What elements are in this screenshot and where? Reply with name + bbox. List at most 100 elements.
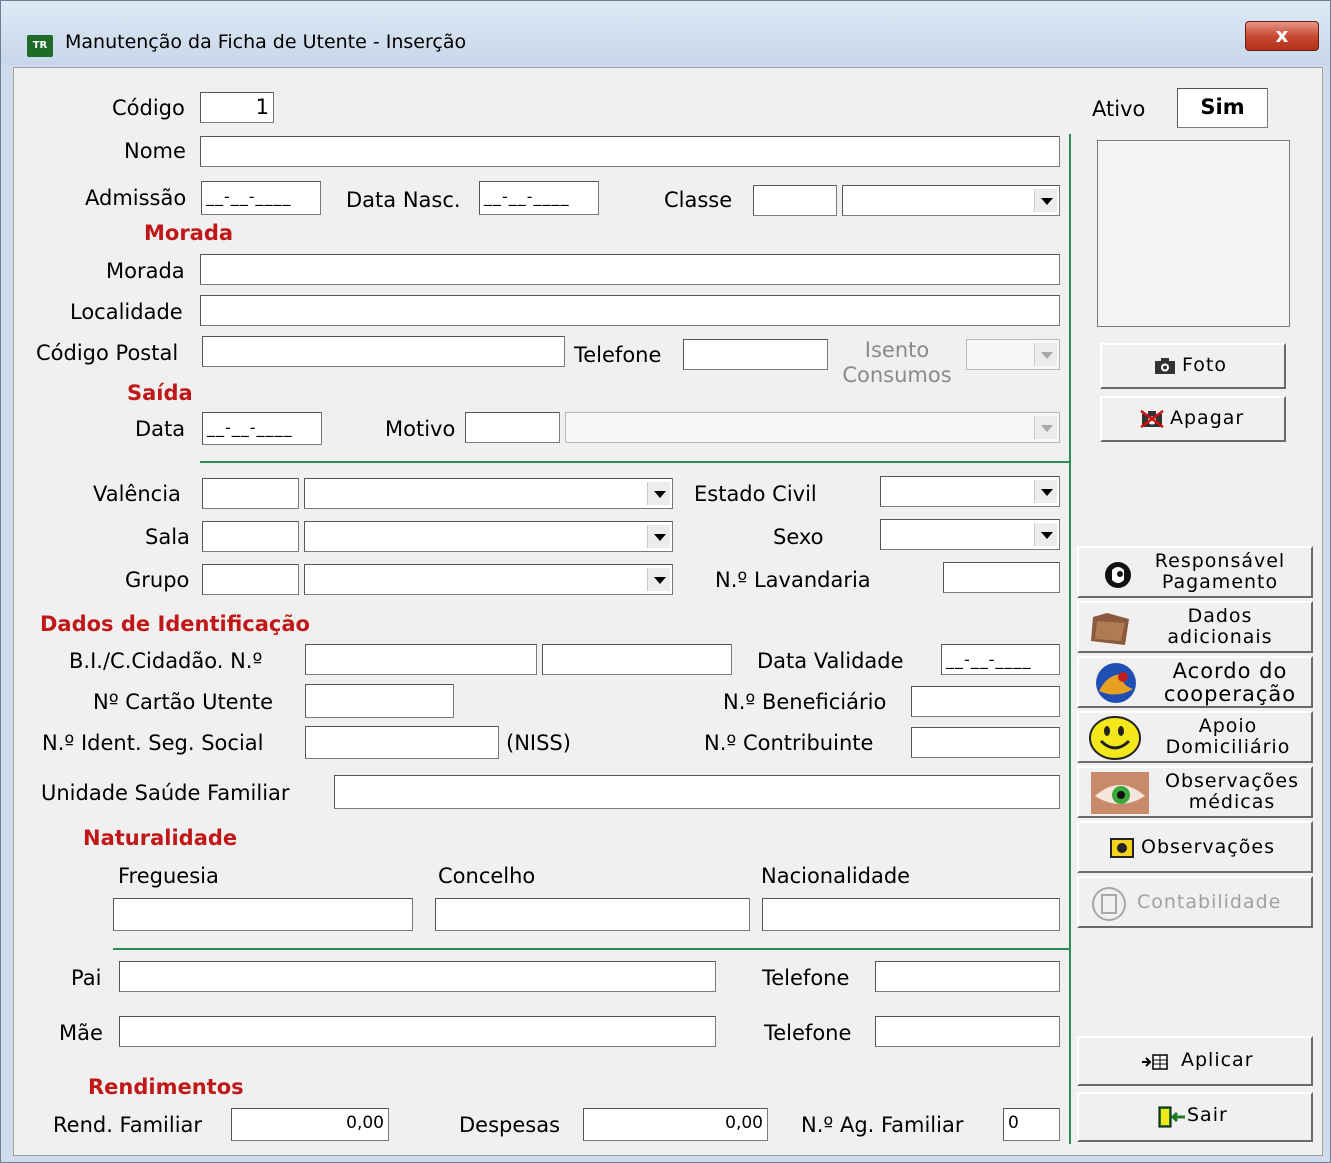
chevron-down-icon[interactable] [1034,480,1057,503]
morada-label: Morada [106,259,185,283]
apagar-button-label: Apagar [1170,407,1245,429]
data-validade-input[interactable]: __-__-____ [941,644,1060,675]
aplicar-button[interactable]: Aplicar [1077,1036,1313,1086]
sala-code-input[interactable] [202,521,299,552]
observacoes-button[interactable]: Observações [1077,821,1313,873]
nacionalidade-input[interactable] [762,898,1060,931]
beneficiario-label: N.º Beneficiário [723,690,887,714]
handshake-globe-icon [1096,663,1136,703]
sexo-select[interactable] [880,519,1060,550]
concelho-label: Concelho [438,864,536,888]
admissao-input[interactable]: __-__-____ [201,181,321,215]
seg-social-input[interactable] [305,726,499,759]
rend-familiar-input[interactable]: 0,00 [231,1108,389,1141]
delete-camera-icon [1140,410,1164,428]
codigo-postal-input[interactable] [202,336,565,367]
acordo-cooperacao-button[interactable]: Acordo do cooperação [1077,656,1313,708]
foto-button[interactable]: Foto [1100,343,1286,389]
close-button[interactable]: x [1245,21,1319,51]
telefone-mae-input[interactable] [875,1016,1060,1047]
title-bar[interactable]: TR Manutenção da Ficha de Utente - Inser… [1,1,1330,65]
chevron-down-icon [1034,416,1057,439]
ag-familiar-input[interactable]: 0 [1003,1108,1060,1141]
divider-vertical-top [1069,134,1071,461]
classe-label: Classe [664,188,733,212]
nacionalidade-label: Nacionalidade [761,864,911,888]
usf-input[interactable] [334,775,1060,809]
saida-data-input[interactable]: __-__-____ [202,412,322,445]
motivo-code-input[interactable] [465,412,560,443]
pai-input[interactable] [119,961,716,992]
contribuinte-label: N.º Contribuinte [704,731,874,755]
valencia-label: Valência [93,482,181,506]
isento-label-line1: Isento [864,338,930,362]
lavandaria-input[interactable] [943,562,1060,593]
dados-adicionais-button[interactable]: Dados adicionais [1077,601,1313,653]
dados-label-1: Dados [1187,605,1253,627]
apoio-label-2: Domiciliário [1165,736,1291,758]
concelho-input[interactable] [435,898,750,931]
classe-code-input[interactable] [753,185,837,216]
rend-familiar-label: Rend. Familiar [53,1113,203,1137]
photo-frame [1097,140,1290,327]
data-nasc-input[interactable]: __-__-____ [479,181,599,215]
sala-select[interactable] [304,521,673,552]
aplicar-button-label: Aplicar [1181,1049,1254,1071]
morada-input[interactable] [200,254,1060,285]
contribuinte-input[interactable] [911,727,1060,758]
codigo-postal-label: Código Postal [36,341,179,365]
grupo-code-input[interactable] [202,564,299,595]
bi-extra-input[interactable] [542,644,732,675]
chevron-down-icon [1034,343,1057,366]
chevron-down-icon[interactable] [1034,189,1057,212]
bi-number-input[interactable] [305,644,537,675]
sair-button[interactable]: Sair [1077,1092,1313,1142]
person-head-icon [1105,562,1131,588]
telefone-pai-input[interactable] [875,961,1060,992]
observacoes-medicas-button[interactable]: Observações médicas [1077,766,1313,818]
chevron-down-icon[interactable] [647,482,670,505]
apagar-button[interactable]: Apagar [1100,396,1286,442]
divider-naturalidade [113,948,1071,950]
telefone-input[interactable] [683,339,828,370]
cartao-utente-input[interactable] [305,684,454,718]
despesas-input[interactable]: 0,00 [583,1108,768,1141]
motivo-label: Motivo [385,417,456,441]
usf-label: Unidade Saúde Familiar [41,781,290,805]
chevron-down-icon[interactable] [647,568,670,591]
notes-icon [1110,838,1134,858]
chevron-down-icon[interactable] [1034,523,1057,546]
localidade-input[interactable] [200,295,1060,326]
foto-button-label: Foto [1182,354,1227,376]
grupo-select[interactable] [304,564,673,595]
main-window: TR Manutenção da Ficha de Utente - Inser… [0,0,1331,1163]
section-naturalidade: Naturalidade [83,826,238,850]
estado-civil-select[interactable] [880,476,1060,507]
isento-select [966,339,1060,370]
smiley-icon [1089,716,1141,760]
section-saida: Saída [127,381,193,405]
responsavel-label-1: Responsável [1154,550,1286,572]
beneficiario-input[interactable] [911,686,1060,717]
classe-select[interactable] [842,185,1060,216]
mae-input[interactable] [119,1016,716,1047]
freguesia-input[interactable] [113,898,413,931]
despesas-label: Despesas [459,1113,561,1137]
valencia-select[interactable] [304,478,673,509]
eye-icon [1091,772,1149,814]
valencia-code-input[interactable] [202,478,299,509]
responsavel-label-2: Pagamento [1161,571,1279,593]
nome-input[interactable] [200,136,1060,167]
saida-data-label: Data [135,417,186,441]
apoio-domiciliario-button[interactable]: Apoio Domiciliário [1077,711,1313,763]
lavandaria-label: N.º Lavandaria [715,568,871,592]
section-morada: Morada [144,221,234,245]
codigo-input[interactable]: 1 [200,92,274,123]
chevron-down-icon[interactable] [647,525,670,548]
divider-saida [200,461,1071,463]
ativo-field[interactable]: Sim [1177,88,1268,128]
pai-label: Pai [71,966,102,990]
responsavel-pagamento-button[interactable]: Responsável Pagamento [1077,546,1313,598]
codigo-label: Código [112,96,185,120]
ag-familiar-label: N.º Ag. Familiar [801,1113,964,1137]
